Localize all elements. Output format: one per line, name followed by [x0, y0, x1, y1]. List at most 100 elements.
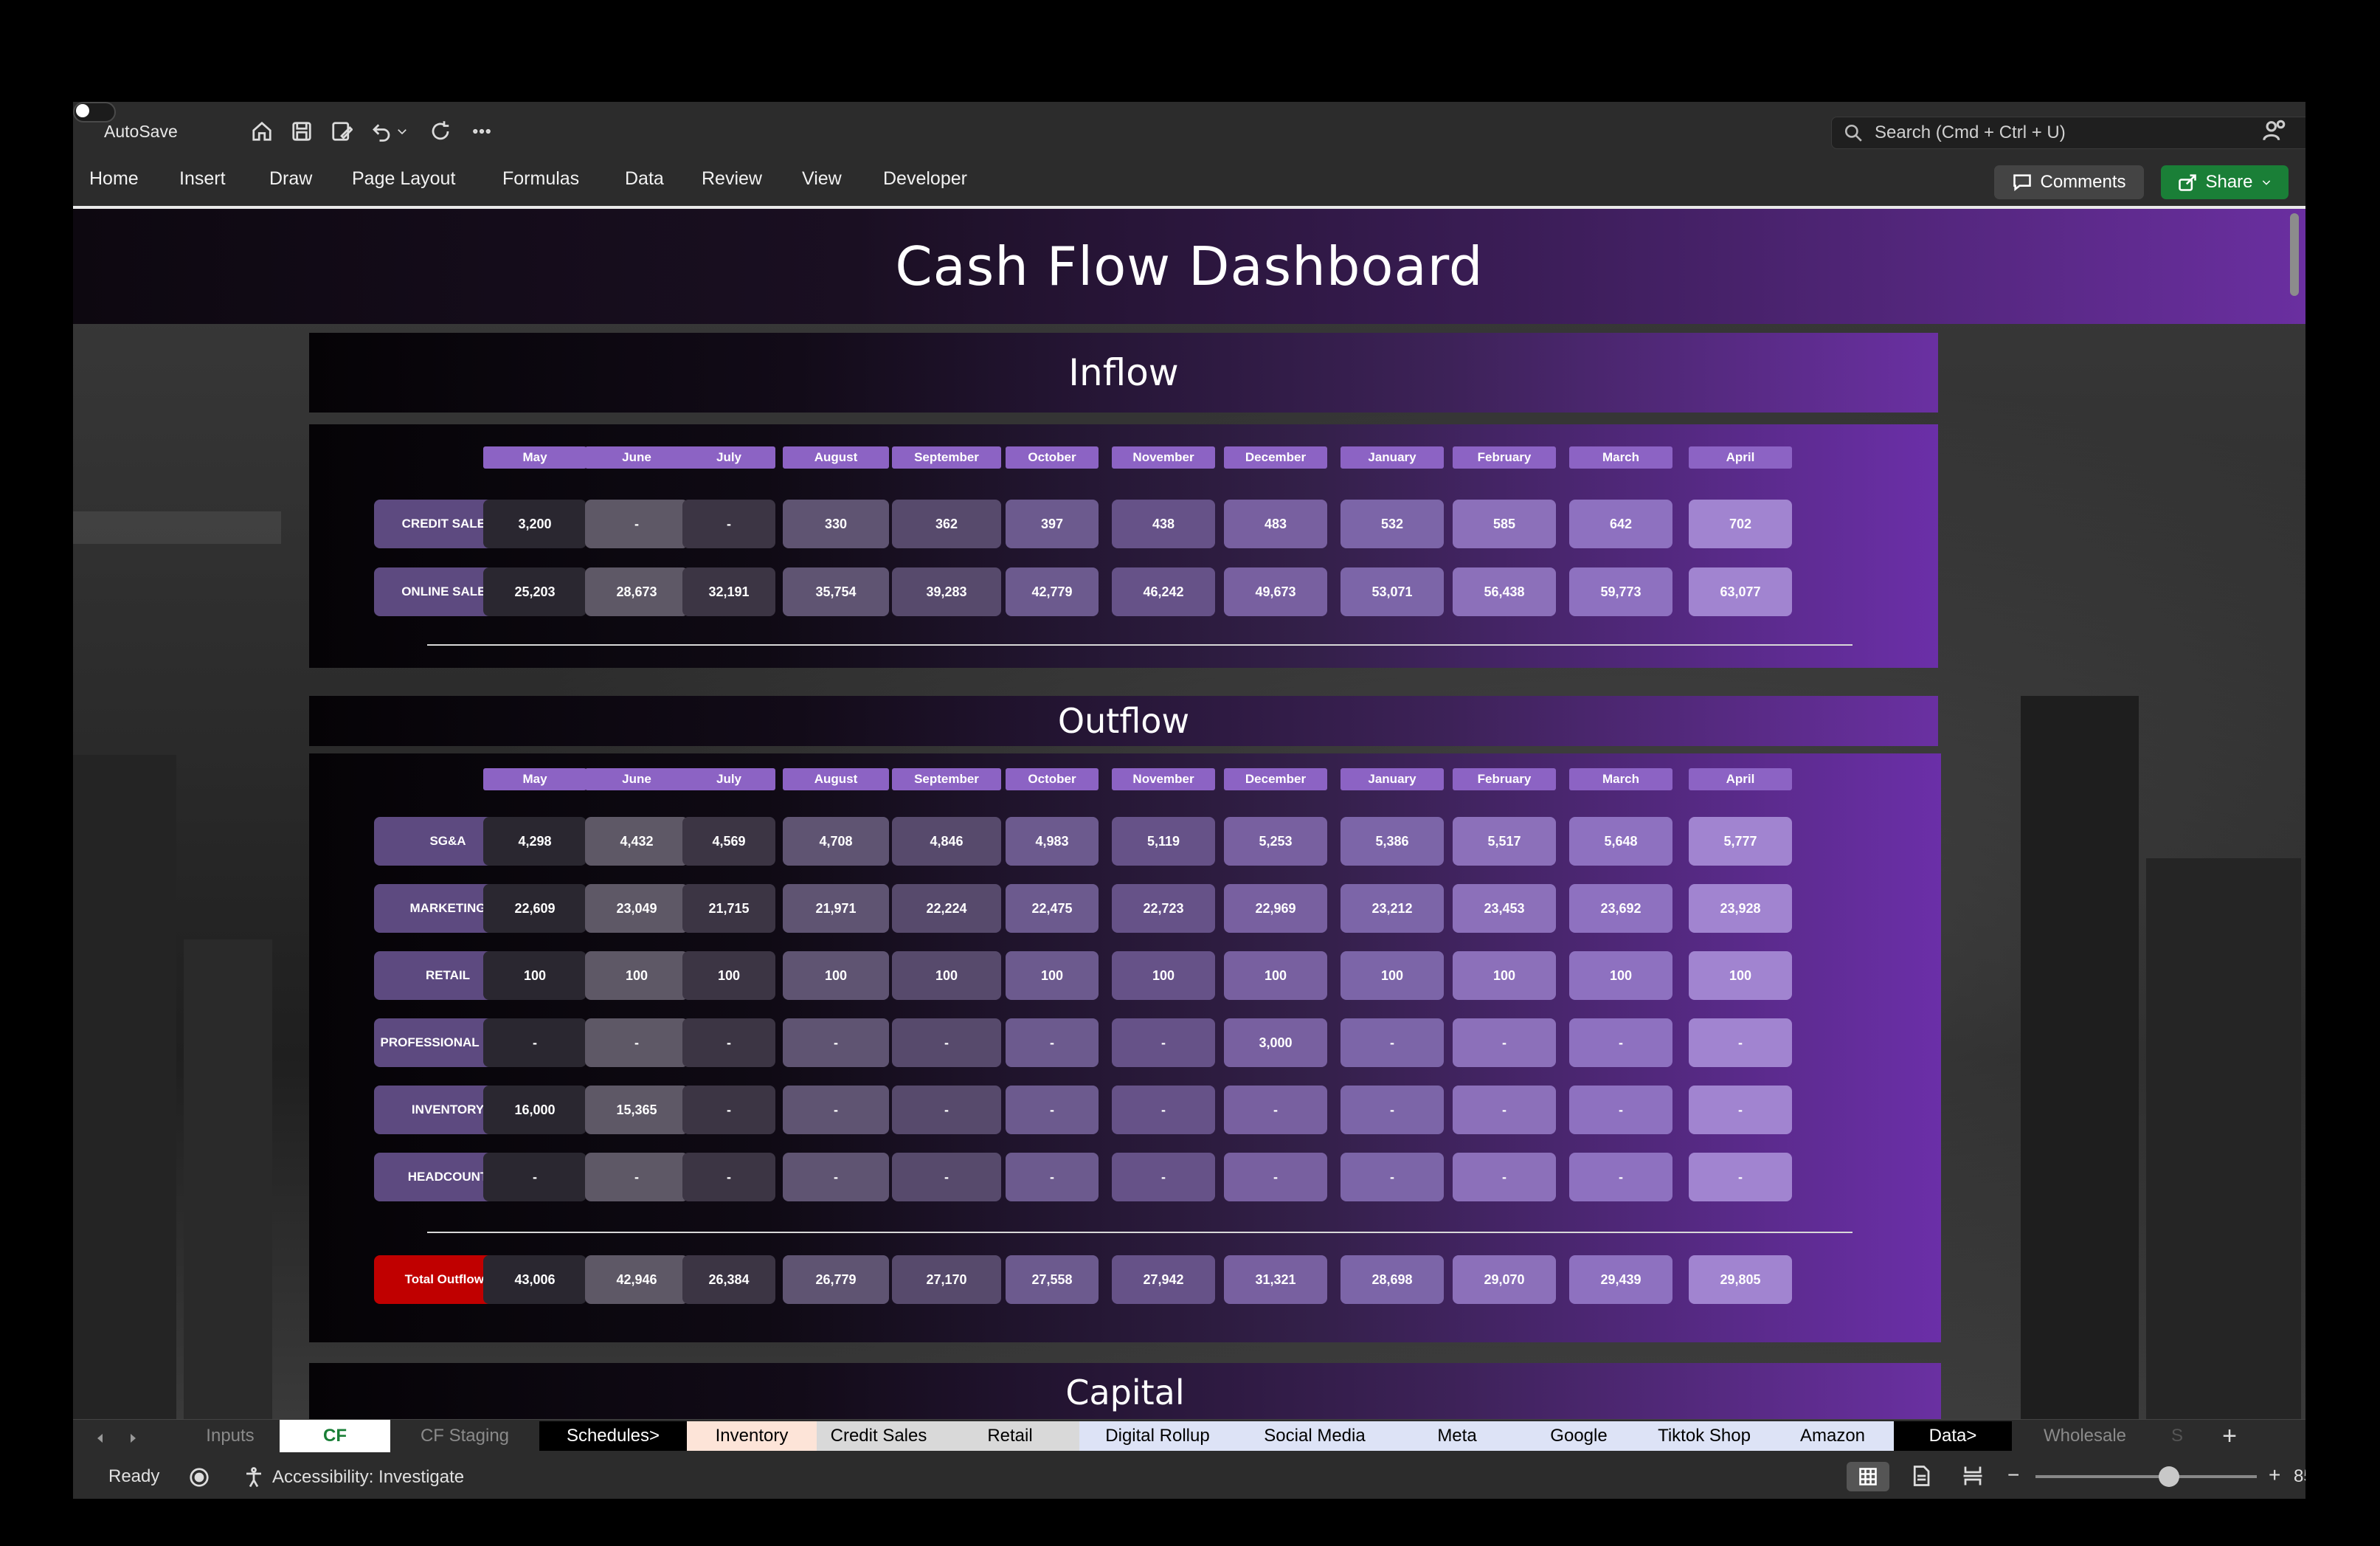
search-input[interactable]: Search (Cmd + Ctrl + U) — [1831, 117, 2305, 149]
value-cell-sg-a[interactable]: 4,432 — [585, 817, 688, 866]
value-cell-credit-sales[interactable]: 483 — [1224, 500, 1327, 548]
chevron-down-icon[interactable] — [393, 117, 411, 146]
value-cell-sg-a[interactable]: 4,569 — [682, 817, 775, 866]
value-cell-marketing[interactable]: 22,475 — [1006, 884, 1099, 933]
value-cell-sg-a[interactable]: 5,517 — [1453, 817, 1556, 866]
sheet-tab-social-media[interactable]: Social Media — [1236, 1421, 1394, 1451]
value-cell-headcount[interactable]: - — [682, 1153, 775, 1201]
value-cell-professional-fees[interactable]: - — [1341, 1018, 1444, 1067]
page-layout-view-button[interactable] — [1910, 1465, 1932, 1487]
save-as-icon[interactable] — [327, 117, 356, 146]
value-cell-headcount[interactable]: - — [1224, 1153, 1327, 1201]
worksheet-canvas[interactable]: Cash Flow Dashboard Inflow Outflow Capit… — [73, 209, 2305, 1419]
value-cell-marketing[interactable]: 23,692 — [1569, 884, 1672, 933]
value-cell-credit-sales[interactable]: 397 — [1006, 500, 1099, 548]
value-cell-inventory[interactable]: - — [1006, 1086, 1099, 1134]
value-cell-sg-a[interactable]: 5,253 — [1224, 817, 1327, 866]
sheet-tab-schedules[interactable]: Schedules> — [539, 1421, 687, 1451]
value-cell-marketing[interactable]: 22,224 — [892, 884, 1001, 933]
tab-developer[interactable]: Developer — [883, 168, 967, 190]
value-cell-retail[interactable]: 100 — [1453, 951, 1556, 1000]
value-cell-online-sales[interactable]: 49,673 — [1224, 567, 1327, 616]
value-cell-online-sales[interactable]: 59,773 — [1569, 567, 1672, 616]
more-icon[interactable] — [467, 117, 497, 146]
value-cell-professional-fees[interactable]: - — [483, 1018, 587, 1067]
value-cell-online-sales[interactable]: 28,673 — [585, 567, 688, 616]
sheet-tab-data[interactable]: Data> — [1894, 1421, 2012, 1451]
value-cell-credit-sales[interactable]: 702 — [1689, 500, 1792, 548]
zoom-level[interactable]: 85% — [2294, 1466, 2305, 1487]
tab-insert[interactable]: Insert — [179, 168, 226, 190]
macro-record-icon[interactable] — [188, 1466, 210, 1488]
value-cell-headcount[interactable]: - — [1341, 1153, 1444, 1201]
sheet-tab-tiktok-shop[interactable]: Tiktok Shop — [1637, 1421, 1771, 1451]
value-cell-retail[interactable]: 100 — [1341, 951, 1444, 1000]
sheet-tab-wholesale[interactable]: Wholesale — [2012, 1421, 2158, 1451]
tab-home[interactable]: Home — [89, 168, 139, 190]
value-cell-credit-sales[interactable]: 585 — [1453, 500, 1556, 548]
sheet-tab-inputs[interactable]: Inputs — [184, 1421, 277, 1451]
value-cell-professional-fees[interactable]: - — [783, 1018, 889, 1067]
tab-view[interactable]: View — [802, 168, 842, 190]
value-cell-marketing[interactable]: 22,609 — [483, 884, 587, 933]
value-cell-total-outflows[interactable]: 26,384 — [682, 1255, 775, 1304]
value-cell-inventory[interactable]: - — [1341, 1086, 1444, 1134]
value-cell-total-outflows[interactable]: 43,006 — [483, 1255, 587, 1304]
value-cell-professional-fees[interactable]: - — [1689, 1018, 1792, 1067]
value-cell-online-sales[interactable]: 53,071 — [1341, 567, 1444, 616]
value-cell-inventory[interactable]: 15,365 — [585, 1086, 688, 1134]
value-cell-retail[interactable]: 100 — [783, 951, 889, 1000]
value-cell-inventory[interactable]: - — [1689, 1086, 1792, 1134]
sheet-tab-retail[interactable]: Retail — [941, 1421, 1079, 1451]
tab-page-layout[interactable]: Page Layout — [352, 168, 455, 190]
undo-icon[interactable] — [367, 117, 396, 146]
value-cell-total-outflows[interactable]: 29,070 — [1453, 1255, 1556, 1304]
value-cell-marketing[interactable]: 22,969 — [1224, 884, 1327, 933]
value-cell-marketing[interactable]: 23,453 — [1453, 884, 1556, 933]
home-icon[interactable] — [247, 117, 277, 146]
value-cell-retail[interactable]: 100 — [585, 951, 688, 1000]
value-cell-retail[interactable]: 100 — [483, 951, 587, 1000]
value-cell-online-sales[interactable]: 25,203 — [483, 567, 587, 616]
value-cell-online-sales[interactable]: 32,191 — [682, 567, 775, 616]
value-cell-professional-fees[interactable]: - — [1006, 1018, 1099, 1067]
value-cell-credit-sales[interactable]: 532 — [1341, 500, 1444, 548]
value-cell-credit-sales[interactable]: - — [682, 500, 775, 548]
value-cell-professional-fees[interactable]: - — [682, 1018, 775, 1067]
value-cell-professional-fees[interactable]: - — [1453, 1018, 1556, 1067]
zoom-out-button[interactable]: − — [2007, 1463, 2019, 1487]
value-cell-total-outflows[interactable]: 27,170 — [892, 1255, 1001, 1304]
value-cell-headcount[interactable]: - — [892, 1153, 1001, 1201]
value-cell-inventory[interactable]: - — [892, 1086, 1001, 1134]
value-cell-sg-a[interactable]: 4,298 — [483, 817, 587, 866]
value-cell-inventory[interactable]: - — [1569, 1086, 1672, 1134]
people-icon[interactable] — [2262, 118, 2291, 148]
value-cell-inventory[interactable]: - — [682, 1086, 775, 1134]
value-cell-credit-sales[interactable]: 438 — [1112, 500, 1215, 548]
sheet-tab-credit-sales[interactable]: Credit Sales — [817, 1421, 941, 1451]
page-break-view-button[interactable] — [1962, 1465, 1984, 1487]
value-cell-marketing[interactable]: 23,049 — [585, 884, 688, 933]
value-cell-total-outflows[interactable]: 42,946 — [585, 1255, 688, 1304]
value-cell-sg-a[interactable]: 4,983 — [1006, 817, 1099, 866]
sheet-tab-cf-staging[interactable]: CF Staging — [390, 1421, 539, 1451]
tab-formulas[interactable]: Formulas — [502, 168, 579, 190]
accessibility-checker[interactable]: Accessibility: Investigate — [243, 1466, 464, 1488]
value-cell-online-sales[interactable]: 39,283 — [892, 567, 1001, 616]
value-cell-headcount[interactable]: - — [1453, 1153, 1556, 1201]
value-cell-professional-fees[interactable]: 3,000 — [1224, 1018, 1327, 1067]
tab-draw[interactable]: Draw — [269, 168, 312, 190]
value-cell-headcount[interactable]: - — [585, 1153, 688, 1201]
value-cell-marketing[interactable]: 21,971 — [783, 884, 889, 933]
value-cell-total-outflows[interactable]: 27,942 — [1112, 1255, 1215, 1304]
value-cell-inventory[interactable]: - — [783, 1086, 889, 1134]
value-cell-online-sales[interactable]: 35,754 — [783, 567, 889, 616]
value-cell-inventory[interactable]: - — [1112, 1086, 1215, 1134]
scroll-tabs-right-icon[interactable] — [122, 1427, 144, 1449]
zoom-in-button[interactable]: + — [2269, 1463, 2280, 1487]
sheet-tab-digital-rollup[interactable]: Digital Rollup — [1079, 1421, 1236, 1451]
value-cell-headcount[interactable]: - — [483, 1153, 587, 1201]
value-cell-inventory[interactable]: - — [1224, 1086, 1327, 1134]
value-cell-credit-sales[interactable]: 642 — [1569, 500, 1672, 548]
save-icon[interactable] — [287, 117, 316, 146]
